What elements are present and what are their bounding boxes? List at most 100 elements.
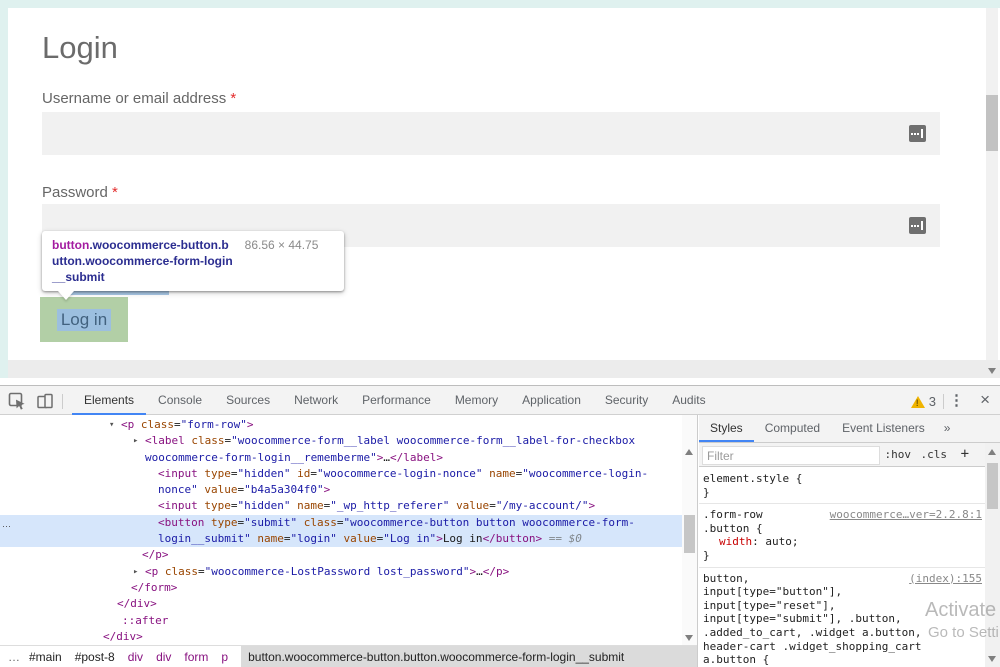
- code-token: </label>: [390, 451, 443, 464]
- new-style-rule-button[interactable]: +: [961, 446, 969, 462]
- element-classes-toggle[interactable]: .cls: [921, 448, 948, 461]
- tree-toggle-icon[interactable]: ▸: [133, 433, 138, 449]
- page-border-left: [0, 0, 8, 378]
- more-tabs-icon[interactable]: »: [936, 415, 959, 442]
- elements-scrollbar-thumb[interactable]: [684, 515, 695, 553]
- devtools-tab-elements[interactable]: Elements: [72, 387, 146, 415]
- dom-tree-row[interactable]: ▸<p class="woocommerce-LostPassword lost…: [0, 564, 682, 580]
- inspect-element-icon[interactable]: [7, 391, 27, 411]
- tree-toggle-icon[interactable]: ▸: [133, 564, 138, 580]
- devtools-tab-security[interactable]: Security: [593, 387, 660, 415]
- autofill-icon[interactable]: [909, 217, 926, 234]
- dom-tree-row[interactable]: </p>: [0, 547, 682, 563]
- code-token: "login": [290, 532, 336, 545]
- dom-tree-row[interactable]: ::after: [0, 613, 682, 629]
- breadcrumb-item[interactable]: form: [184, 650, 208, 664]
- username-label: Username or email address *: [42, 90, 236, 107]
- console-warning-badge[interactable]: 3: [911, 394, 936, 409]
- code-token: "/my-account/": [496, 499, 589, 512]
- code-token: </p>: [483, 565, 510, 578]
- devtools-tab-sources[interactable]: Sources: [214, 387, 282, 415]
- breadcrumb-item[interactable]: #main: [29, 650, 62, 664]
- tree-toggle-icon[interactable]: ▾: [109, 417, 114, 433]
- breadcrumb-item[interactable]: div: [128, 650, 143, 664]
- code-token: value: [456, 499, 489, 512]
- devtools-tab-audits[interactable]: Audits: [660, 387, 717, 415]
- code-token: >: [436, 532, 443, 545]
- code-token: <p: [121, 418, 141, 431]
- dom-tree-row[interactable]: <input type="hidden" id="woocommerce-log…: [0, 466, 682, 482]
- dom-tree-row[interactable]: ▾<p class="form-row">: [0, 417, 682, 433]
- stylesheet-source-link[interactable]: woocommerce…ver=2.2.8:1: [830, 508, 982, 522]
- css-rule-line[interactable]: input[type="reset"],: [699, 599, 985, 613]
- css-rule-line[interactable]: element.style {: [699, 472, 985, 486]
- devtools-tab-application[interactable]: Application: [510, 387, 593, 415]
- rule-separator: [699, 503, 985, 504]
- breadcrumb-overflow[interactable]: …: [8, 650, 20, 664]
- scroll-up-icon[interactable]: [988, 449, 996, 455]
- styles-scrollbar-thumb[interactable]: [987, 463, 998, 509]
- breadcrumb-item[interactable]: p: [221, 650, 228, 664]
- css-rule-line[interactable]: input[type="button"],: [699, 585, 985, 599]
- browser-viewport: Login Username or email address * Passwo…: [0, 0, 1000, 385]
- breadcrumb-selected[interactable]: button.woocommerce-button.button.woocomm…: [241, 646, 697, 667]
- page-scroll-down-icon[interactable]: [988, 368, 996, 374]
- css-rule-line[interactable]: button,(index):155: [699, 572, 985, 586]
- styles-filter-input[interactable]: [702, 446, 880, 465]
- devtools-tab-memory[interactable]: Memory: [443, 387, 510, 415]
- dom-tree-row[interactable]: login__submit" name="login" value="Log i…: [0, 531, 682, 547]
- code-token: "woocommerce-form__label woocommerce-for…: [231, 434, 635, 447]
- dom-tree-row[interactable]: nonce" value="b4a5a304f0">: [0, 482, 682, 498]
- devtools-close-icon[interactable]: ×: [980, 390, 990, 410]
- autofill-icon[interactable]: [909, 125, 926, 142]
- css-rule-line[interactable]: a.button {: [699, 653, 985, 667]
- code-token: class: [191, 434, 224, 447]
- scroll-down-icon[interactable]: [685, 635, 693, 641]
- dom-tree-row[interactable]: <input type="hidden" name="_wp_http_refe…: [0, 498, 682, 514]
- code-token: name: [257, 532, 284, 545]
- css-rule-line[interactable]: .added_to_cart, .widget a.button,: [699, 626, 985, 640]
- dom-tree-row[interactable]: <button type="submit" class="woocommerce…: [0, 515, 682, 531]
- css-rule-line[interactable]: .form-rowwoocommerce…ver=2.2.8:1: [699, 508, 985, 522]
- device-toolbar-icon[interactable]: [35, 391, 55, 411]
- dom-tree-row[interactable]: </div>: [0, 629, 682, 645]
- stylesheet-source-link[interactable]: (index):155: [909, 572, 982, 586]
- css-rule-line[interactable]: header-cart .widget_shopping_cart: [699, 640, 985, 654]
- page-scrollbar-thumb[interactable]: [986, 95, 998, 151]
- css-rule-line[interactable]: input[type="submit"], .button,: [699, 612, 985, 626]
- elements-scrollbar[interactable]: [682, 415, 697, 645]
- warning-icon: [911, 396, 925, 408]
- code-token: <input: [158, 499, 204, 512]
- dom-tree-row[interactable]: ▸<label class="woocommerce-form__label w…: [0, 433, 682, 449]
- css-rule-line[interactable]: }: [699, 549, 985, 563]
- username-label-text: Username or email address: [42, 90, 226, 107]
- styles-scrollbar[interactable]: [985, 443, 1000, 667]
- devtools-tab-network[interactable]: Network: [282, 387, 350, 415]
- css-rule-line[interactable]: width: auto;: [699, 535, 985, 549]
- css-rule-line[interactable]: .button {: [699, 522, 985, 536]
- css-rule-line[interactable]: }: [699, 486, 985, 500]
- styles-tab-computed[interactable]: Computed: [754, 415, 831, 442]
- breadcrumb-item[interactable]: div: [156, 650, 171, 664]
- login-button[interactable]: Log in: [40, 297, 128, 342]
- hover-state-toggle[interactable]: :hov: [885, 448, 912, 461]
- breadcrumb-item[interactable]: #post-8: [75, 650, 115, 664]
- tooltip-classes: __submit: [52, 270, 105, 284]
- styles-tab-styles[interactable]: Styles: [699, 415, 754, 442]
- css-property-name[interactable]: width: [719, 535, 752, 548]
- devtools-tab-performance[interactable]: Performance: [350, 387, 443, 415]
- devtools-menu-icon[interactable]: ⋮: [949, 391, 964, 409]
- styles-tab-event-listeners[interactable]: Event Listeners: [831, 415, 936, 442]
- devtools-tab-console[interactable]: Console: [146, 387, 214, 415]
- elements-panel: ▾<p class="form-row">▸<label class="wooc…: [0, 415, 698, 667]
- dom-tree-row[interactable]: </form>: [0, 580, 682, 596]
- page-scrollbar[interactable]: [986, 8, 998, 360]
- username-input[interactable]: [42, 112, 940, 155]
- selected-row-gutter-dots[interactable]: ⋯: [2, 521, 11, 532]
- scroll-up-icon[interactable]: [685, 449, 693, 455]
- code-token: [297, 516, 304, 529]
- dom-tree-row[interactable]: </div>: [0, 596, 682, 612]
- code-token: =: [174, 418, 181, 431]
- scroll-down-icon[interactable]: [988, 656, 996, 662]
- dom-tree-row[interactable]: woocommerce-form-login__rememberme">…</l…: [0, 450, 682, 466]
